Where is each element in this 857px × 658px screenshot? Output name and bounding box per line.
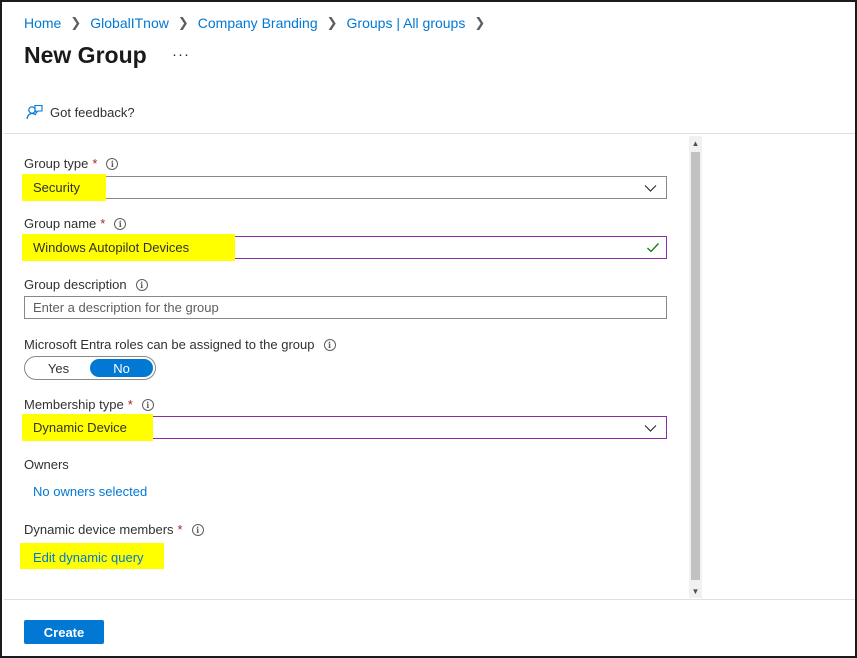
dynamic-members-label-text: Dynamic device members: [24, 522, 174, 537]
membership-type-label-text: Membership type: [24, 397, 124, 412]
scroll-up-arrow-icon[interactable]: ▲: [689, 136, 702, 150]
chevron-down-icon: [644, 185, 657, 192]
group-description-label-text: Group description: [24, 277, 127, 292]
required-marker: *: [127, 397, 133, 412]
vertical-scrollbar[interactable]: ▲ ▼: [689, 136, 702, 598]
breadcrumb-tenant[interactable]: GlobalITnow: [90, 15, 169, 31]
create-button[interactable]: Create: [24, 620, 104, 644]
group-description-label: Group description i: [24, 277, 148, 292]
info-icon[interactable]: i: [106, 157, 119, 170]
feedback-label: Got feedback?: [50, 105, 135, 120]
more-options-button[interactable]: ···: [172, 46, 190, 63]
group-type-label: Group type * i: [24, 156, 119, 171]
toggle-option-yes[interactable]: Yes: [27, 359, 90, 377]
scroll-down-arrow-icon[interactable]: ▼: [689, 584, 702, 598]
breadcrumb-home[interactable]: Home: [24, 15, 61, 31]
info-icon[interactable]: i: [141, 398, 154, 411]
chevron-right-icon: ❯: [326, 15, 338, 30]
page-title: New Group: [24, 42, 147, 68]
entra-roles-toggle[interactable]: Yes No: [24, 356, 156, 380]
membership-type-label: Membership type * i: [24, 397, 154, 412]
checkmark-icon: [647, 243, 659, 253]
chevron-down-icon: [644, 425, 657, 432]
toggle-option-no[interactable]: No: [90, 359, 153, 377]
membership-type-value: Dynamic Device: [33, 420, 127, 435]
owners-label: Owners: [24, 457, 69, 472]
membership-type-dropdown[interactable]: Dynamic Device: [22, 414, 667, 441]
breadcrumb-groups[interactable]: Groups | All groups: [347, 15, 466, 31]
required-marker: *: [92, 156, 98, 171]
divider: [4, 133, 855, 134]
owners-link[interactable]: No owners selected: [33, 484, 147, 499]
group-type-value: Security: [33, 180, 80, 195]
info-icon[interactable]: i: [135, 278, 148, 291]
group-description-input[interactable]: Enter a description for the group: [24, 296, 667, 319]
entra-roles-label: Microsoft Entra roles can be assigned to…: [24, 337, 336, 352]
required-marker: *: [177, 522, 183, 537]
feedback-icon: [26, 104, 43, 120]
owners-label-text: Owners: [24, 457, 69, 472]
edit-dynamic-query-link[interactable]: Edit dynamic query: [33, 550, 144, 565]
breadcrumb: Home ❯ GlobalITnow ❯ Company Branding ❯ …: [24, 15, 494, 31]
group-name-value: Windows Autopilot Devices: [33, 240, 190, 255]
info-icon[interactable]: i: [191, 523, 204, 536]
dynamic-members-label: Dynamic device members * i: [24, 522, 204, 537]
chevron-right-icon: ❯: [177, 15, 189, 30]
group-description-placeholder: Enter a description for the group: [33, 300, 219, 315]
chevron-right-icon: ❯: [474, 15, 486, 30]
breadcrumb-company-branding[interactable]: Company Branding: [198, 15, 318, 31]
required-marker: *: [100, 216, 106, 231]
divider: [4, 599, 855, 600]
group-name-input[interactable]: Windows Autopilot Devices: [22, 234, 667, 261]
group-type-label-text: Group type: [24, 156, 89, 171]
group-name-label: Group name * i: [24, 216, 127, 231]
info-icon[interactable]: i: [114, 217, 127, 230]
scrollbar-thumb[interactable]: [691, 152, 700, 580]
entra-roles-label-text: Microsoft Entra roles can be assigned to…: [24, 337, 315, 352]
new-group-blade: Home ❯ GlobalITnow ❯ Company Branding ❯ …: [0, 0, 857, 658]
feedback-button[interactable]: Got feedback?: [26, 104, 135, 121]
group-type-dropdown[interactable]: Security: [22, 174, 667, 201]
info-icon[interactable]: i: [323, 338, 336, 351]
group-name-label-text: Group name: [24, 216, 97, 231]
chevron-right-icon: ❯: [70, 15, 82, 30]
